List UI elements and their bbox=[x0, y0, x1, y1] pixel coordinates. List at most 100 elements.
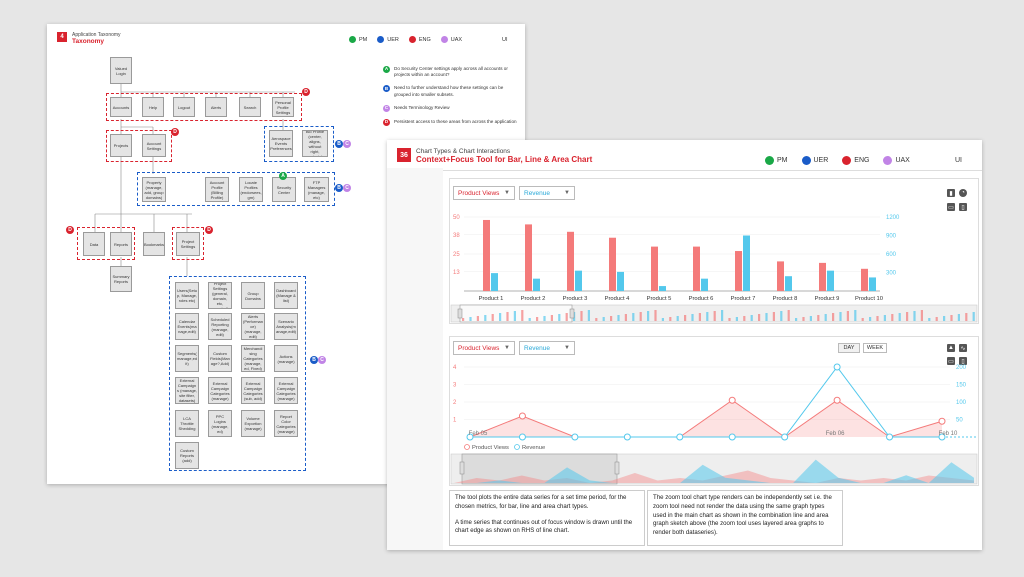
overview-bar bbox=[462, 318, 465, 321]
node-alerts-performance: Alerts (Performan ce) (manage, edit) bbox=[241, 313, 265, 340]
bar-revenue bbox=[827, 270, 834, 291]
chart-sheet: 36 Chart Types & Chart Interactions Cont… bbox=[387, 140, 982, 550]
overview-bar bbox=[728, 318, 731, 321]
overview-bar bbox=[491, 314, 494, 321]
description-right: The zoom tool chart type renders can be … bbox=[647, 490, 843, 546]
overview-bar bbox=[676, 316, 679, 321]
x-tick-label: Product 2 bbox=[521, 296, 546, 302]
overview-bar bbox=[802, 317, 805, 321]
y-left-tick-label: 2 bbox=[453, 400, 457, 406]
bar-revenue bbox=[533, 278, 540, 291]
product-views-point bbox=[728, 396, 736, 404]
overview-bar bbox=[536, 317, 539, 321]
y-left-tick-label: 50 bbox=[453, 215, 460, 221]
marker-d-icon: D bbox=[302, 88, 310, 96]
overview-bar bbox=[765, 313, 768, 321]
node-property: Property (manage, add, group domains) bbox=[142, 177, 166, 202]
node-external-campaign-categories-manage: External Campaign Categories (manage) bbox=[274, 377, 298, 404]
bar-product-views bbox=[567, 231, 574, 291]
note-a: A Do Security Center settings apply acros… bbox=[383, 66, 508, 78]
x-tick-label: Feb 05 bbox=[469, 431, 488, 437]
overview-bar bbox=[795, 318, 798, 321]
y-right-tick-label: 50 bbox=[956, 418, 963, 424]
overview-bar bbox=[824, 314, 827, 321]
node-alerts: Alerts bbox=[205, 97, 227, 117]
overview-bar bbox=[876, 316, 879, 321]
page-subtitle: Chart Types & Chart Interactions bbox=[416, 148, 511, 155]
overview-bar bbox=[787, 310, 790, 321]
revenue-point bbox=[886, 433, 894, 441]
overview-bar bbox=[772, 312, 775, 321]
marker-b-icon: B bbox=[335, 140, 343, 148]
overview-bar bbox=[861, 318, 864, 321]
node-volume-exportion: Volume Exportion (manage) bbox=[241, 410, 265, 437]
x-tick-label: Product 10 bbox=[855, 296, 883, 302]
overview-bar bbox=[957, 314, 960, 321]
revenue-point bbox=[518, 433, 526, 441]
node-ppc-logins: PPC Logins (manage, ed) bbox=[208, 410, 232, 437]
overview-bar bbox=[913, 311, 916, 321]
overview-bar bbox=[647, 311, 650, 321]
overview-bar bbox=[661, 318, 664, 321]
overview-bar bbox=[580, 311, 583, 321]
revenue-point bbox=[833, 363, 841, 371]
product-views-point bbox=[833, 396, 841, 404]
sheet-header: 36 Chart Types & Chart Interactions Cont… bbox=[397, 148, 592, 164]
overview-bar bbox=[565, 313, 568, 321]
node-segments: Segments( manage,ed it) bbox=[175, 345, 199, 372]
node-logout: Logout bbox=[173, 97, 195, 117]
pm-dot-icon bbox=[765, 156, 774, 165]
node-lca-throttle: LCA Throttle Shedding bbox=[175, 410, 199, 437]
overview-bar bbox=[639, 312, 642, 321]
page-title: Context+Focus Tool for Bar, Line & Area … bbox=[416, 155, 593, 164]
overview-bar bbox=[965, 313, 968, 321]
overview-bar bbox=[846, 311, 849, 321]
node-project-settings-general: Project Settings (general, domain, etc, … bbox=[208, 282, 232, 309]
node-personal-profile: Personal Profile Settings bbox=[272, 97, 294, 117]
overview-bar bbox=[617, 315, 620, 321]
overview-bar bbox=[920, 310, 923, 321]
team-legend: PM UER ENG UAX bbox=[765, 156, 910, 165]
overview-bar bbox=[543, 316, 546, 321]
x-tick-label: Product 9 bbox=[815, 296, 840, 302]
revenue-point bbox=[623, 433, 631, 441]
y-right-tick-label: 1200 bbox=[886, 215, 900, 221]
node-bookmarks: Bookmarks bbox=[143, 232, 165, 256]
y-left-tick-label: 4 bbox=[453, 365, 457, 371]
revenue-point bbox=[571, 433, 579, 441]
node-accounts: Accounts bbox=[110, 97, 132, 117]
bar-chart-card: Product Views ▼ Revenue ▼ ▮ ◔ ▭ ▯ 13 25 38 50… bbox=[449, 178, 979, 324]
annotation-notes: A Do Security Center settings apply acros… bbox=[383, 66, 518, 133]
overview-bar bbox=[684, 315, 687, 321]
zoom-handle-right bbox=[614, 461, 620, 475]
overview-bar bbox=[713, 311, 716, 321]
marker-d-icon: D bbox=[205, 226, 213, 234]
bar-product-views bbox=[735, 251, 742, 291]
bar-product-views bbox=[525, 224, 532, 291]
y-right-tick-label: 300 bbox=[886, 271, 897, 277]
node-locate-profiles: Locate Profiles (endorsees, gm) bbox=[239, 177, 263, 202]
overview-bar bbox=[476, 316, 479, 321]
bar-product-views bbox=[693, 246, 700, 291]
overview-bar bbox=[698, 313, 701, 321]
node-bio-profile: Bio Profile (center, aligns, without rig… bbox=[302, 130, 328, 157]
focus-handle-left bbox=[457, 308, 463, 319]
bar-revenue bbox=[575, 270, 582, 291]
note-d: D Persistent access to these areas from a… bbox=[383, 118, 517, 126]
legend-ui: UI bbox=[955, 157, 962, 164]
node-summary-reports: Summary Reports bbox=[110, 266, 132, 292]
overview-bar bbox=[832, 313, 835, 321]
overview-bar bbox=[883, 315, 886, 321]
marker-d-icon: D bbox=[171, 128, 179, 136]
node-external-campaign-categories: External Campaign Categories (manage) bbox=[208, 377, 232, 404]
overview-bar bbox=[506, 312, 509, 321]
revenue-point bbox=[781, 433, 789, 441]
marker-d-icon: D bbox=[383, 118, 390, 126]
y-right-tick-label: 200 bbox=[956, 365, 967, 371]
bar-revenue bbox=[785, 276, 792, 291]
overview-bar bbox=[928, 318, 931, 321]
marker-c-icon: C bbox=[318, 356, 326, 364]
x-tick-label: Feb 06 bbox=[826, 431, 845, 437]
overview-bar bbox=[950, 315, 953, 321]
bar-revenue bbox=[701, 278, 708, 291]
